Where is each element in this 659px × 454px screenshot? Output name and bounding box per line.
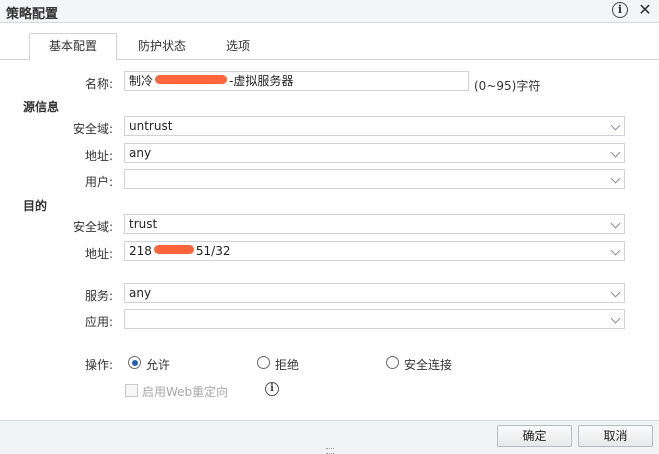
application-label: 应用: bbox=[84, 315, 113, 329]
dest-address-suffix: 51/32 bbox=[195, 244, 231, 258]
cancel-button[interactable]: 取消 bbox=[578, 425, 653, 447]
info-icon[interactable]: i bbox=[612, 2, 628, 18]
chevron-down-icon bbox=[610, 173, 621, 184]
tab-basic-config[interactable]: 基本配置 bbox=[29, 33, 117, 61]
name-value-prefix: 制冷 bbox=[129, 74, 154, 88]
chevron-down-icon bbox=[610, 218, 621, 229]
ok-button[interactable]: 确定 bbox=[497, 425, 572, 447]
tab-label: 防护状态 bbox=[137, 39, 186, 53]
action-label: 操作: bbox=[84, 358, 113, 372]
service-value: any bbox=[129, 286, 152, 300]
chevron-down-icon bbox=[610, 245, 621, 256]
dest-zone-select[interactable]: trust bbox=[124, 214, 625, 234]
dest-address-select[interactable]: 218 51/32 bbox=[124, 241, 625, 261]
radio-deny-label: 拒绝 bbox=[275, 358, 300, 372]
source-address-value: any bbox=[129, 146, 152, 160]
redacted-segment bbox=[153, 75, 229, 85]
name-label: 名称: bbox=[84, 77, 113, 91]
redacted-segment bbox=[152, 245, 196, 255]
dest-section-title: 目的 bbox=[23, 199, 48, 213]
close-icon[interactable]: ✕ bbox=[637, 1, 653, 19]
chevron-down-icon bbox=[610, 313, 621, 324]
redaction-mark bbox=[153, 245, 194, 254]
radio-secure-connection-label: 安全连接 bbox=[404, 358, 453, 372]
radio-secure-connection[interactable] bbox=[386, 356, 399, 369]
source-zone-label: 安全域: bbox=[72, 122, 113, 136]
tab-label: 选项 bbox=[225, 39, 250, 53]
source-address-select[interactable]: any bbox=[124, 143, 625, 163]
dest-zone-value: trust bbox=[129, 217, 158, 231]
service-label: 服务: bbox=[84, 289, 113, 303]
name-length-hint: (0~95)字符 bbox=[474, 79, 541, 93]
chevron-down-icon bbox=[610, 147, 621, 158]
web-redirect-label: 启用Web重定向 bbox=[142, 385, 229, 399]
redaction-mark bbox=[155, 75, 228, 84]
source-user-select[interactable] bbox=[124, 169, 625, 189]
name-value-suffix: -虚拟服务器 bbox=[229, 74, 294, 88]
window-title: 策略配置 bbox=[6, 7, 59, 22]
source-zone-select[interactable]: untrust bbox=[124, 116, 625, 136]
service-select[interactable]: any bbox=[124, 283, 625, 303]
source-user-label: 用户: bbox=[84, 175, 113, 189]
tab-options[interactable]: 选项 bbox=[208, 34, 268, 58]
radio-allow[interactable] bbox=[128, 356, 141, 369]
resize-grip[interactable] bbox=[326, 448, 334, 454]
dest-address-prefix: 218 bbox=[129, 244, 152, 258]
info-icon[interactable]: i bbox=[265, 382, 279, 396]
radio-allow-label: 允许 bbox=[146, 358, 171, 372]
tab-protection-status[interactable]: 防护状态 bbox=[122, 34, 202, 58]
tab-bar: 基本配置 防护状态 选项 bbox=[0, 23, 659, 61]
chevron-down-icon bbox=[610, 120, 621, 131]
tab-label: 基本配置 bbox=[48, 39, 97, 53]
name-input[interactable]: 制冷 -虚拟服务器 bbox=[124, 71, 469, 91]
radio-deny[interactable] bbox=[257, 356, 270, 369]
source-zone-value: untrust bbox=[129, 119, 173, 133]
chevron-down-icon bbox=[610, 287, 621, 298]
source-section-title: 源信息 bbox=[23, 100, 60, 114]
source-address-label: 地址: bbox=[84, 149, 113, 163]
application-select[interactable] bbox=[124, 309, 625, 329]
web-redirect-checkbox[interactable] bbox=[125, 384, 138, 397]
title-bar: 策略配置 i ✕ bbox=[0, 0, 659, 23]
dest-zone-label: 安全域: bbox=[72, 220, 113, 234]
dest-address-label: 地址: bbox=[84, 247, 113, 261]
